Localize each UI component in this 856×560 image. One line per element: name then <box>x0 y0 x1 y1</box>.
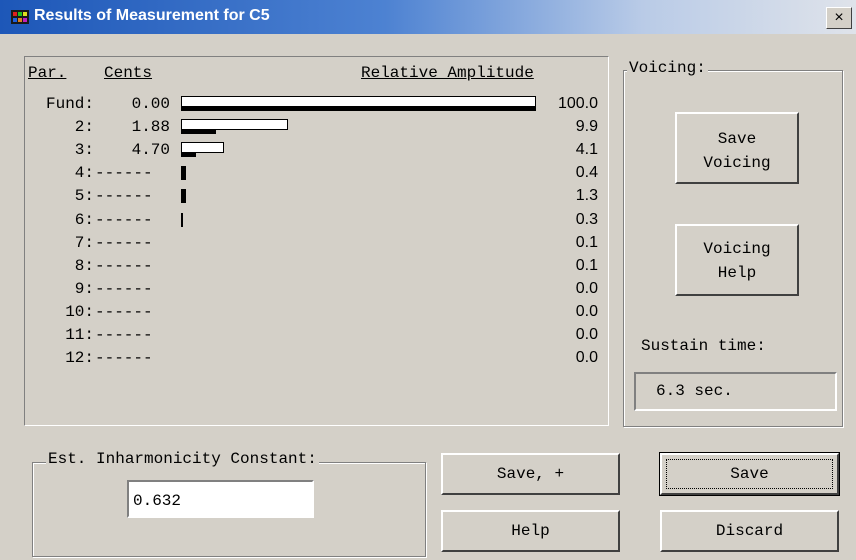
sustain-time-field: 6.3 sec. <box>634 372 837 411</box>
partial-label: 7: <box>74 233 94 252</box>
amplitude-value: 0.0 <box>575 349 598 367</box>
cents-value: 0.00 <box>131 95 170 113</box>
save-voicing-line-2: Voicing <box>703 154 771 172</box>
cents-value: ------ <box>95 233 153 252</box>
cents-value: ------ <box>95 302 153 321</box>
cents-value: ------ <box>95 326 153 344</box>
amplitude-value: 1.3 <box>575 187 598 205</box>
amplitude-value: 0.4 <box>575 164 598 182</box>
partial-label: 9: <box>74 279 94 298</box>
focus-rectangle <box>666 459 833 489</box>
help-label: Help <box>511 522 550 540</box>
help-button[interactable]: Help <box>441 510 620 552</box>
inharmonicity-value-field[interactable]: 0.632 <box>127 480 314 518</box>
partial-label: 2: <box>74 118 94 137</box>
amplitude-value: 0.3 <box>575 210 598 228</box>
save-plus-label: Save, + <box>496 465 565 483</box>
amplitude-bar <box>181 166 186 181</box>
cents-value: ------ <box>95 256 153 275</box>
cents-value: ------ <box>95 210 153 229</box>
partial-label: 11: <box>65 326 94 344</box>
partial-label: 6: <box>74 210 94 229</box>
app-icon <box>11 10 29 24</box>
cents-value: 4.70 <box>131 141 170 160</box>
partial-label: 4: <box>74 164 94 183</box>
amplitude-value: 0.1 <box>575 256 598 274</box>
voicing-legend: Voicing: <box>627 59 708 77</box>
voicing-help-button[interactable]: Voicing Help <box>675 224 799 296</box>
voicing-help-line-1: Voicing <box>703 240 771 258</box>
reference-bar <box>181 96 536 107</box>
partial-label: 8: <box>74 256 94 275</box>
amplitude-value: 9.9 <box>575 118 598 136</box>
inharmonicity-legend: Est. Inharmonicity Constant: <box>46 450 319 468</box>
amplitude-value: 0.0 <box>575 326 598 343</box>
save-voicing-line-1: Save <box>717 130 757 148</box>
sustain-time-label: Sustain time: <box>641 337 766 355</box>
cents-value: ------ <box>95 187 153 206</box>
cents-value: ------ <box>95 164 153 183</box>
partial-label: 12: <box>65 349 94 368</box>
cents-value: 1.88 <box>131 118 170 137</box>
amplitude-value: 0.0 <box>575 302 598 320</box>
amplitude-value: 100.0 <box>557 95 598 112</box>
save-voicing-button[interactable]: Save Voicing <box>675 112 799 184</box>
cents-value: ------ <box>95 279 153 298</box>
reference-bar <box>181 142 224 154</box>
voicing-help-line-2: Help <box>717 264 757 282</box>
save-plus-button[interactable]: Save, + <box>441 453 620 495</box>
amplitude-value: 0.1 <box>575 233 598 251</box>
amplitude-value: 0.0 <box>575 279 598 297</box>
partial-label: 5: <box>74 187 94 206</box>
reference-bar <box>181 119 288 131</box>
partial-label: Fund: <box>45 95 94 113</box>
close-icon: × <box>834 9 844 26</box>
partial-label: 10: <box>65 302 94 321</box>
header-relative-amplitude: Relative Amplitude <box>361 64 534 82</box>
discard-label: Discard <box>715 522 784 540</box>
discard-button[interactable]: Discard <box>660 510 839 552</box>
header-cents: Cents <box>104 64 153 82</box>
amplitude-value: 4.1 <box>575 141 598 159</box>
title-bar[interactable]: Results of Measurement for C5 × <box>0 0 856 34</box>
save-button[interactable]: Save <box>659 452 840 496</box>
amplitude-bar <box>181 189 186 204</box>
header-partial: Par. <box>28 64 67 82</box>
window-title: Results of Measurement for C5 <box>34 7 270 24</box>
cents-value: ------ <box>95 349 153 368</box>
amplitude-bar <box>181 212 183 227</box>
partial-label: 3: <box>74 141 94 160</box>
close-button[interactable]: × <box>826 7 852 29</box>
